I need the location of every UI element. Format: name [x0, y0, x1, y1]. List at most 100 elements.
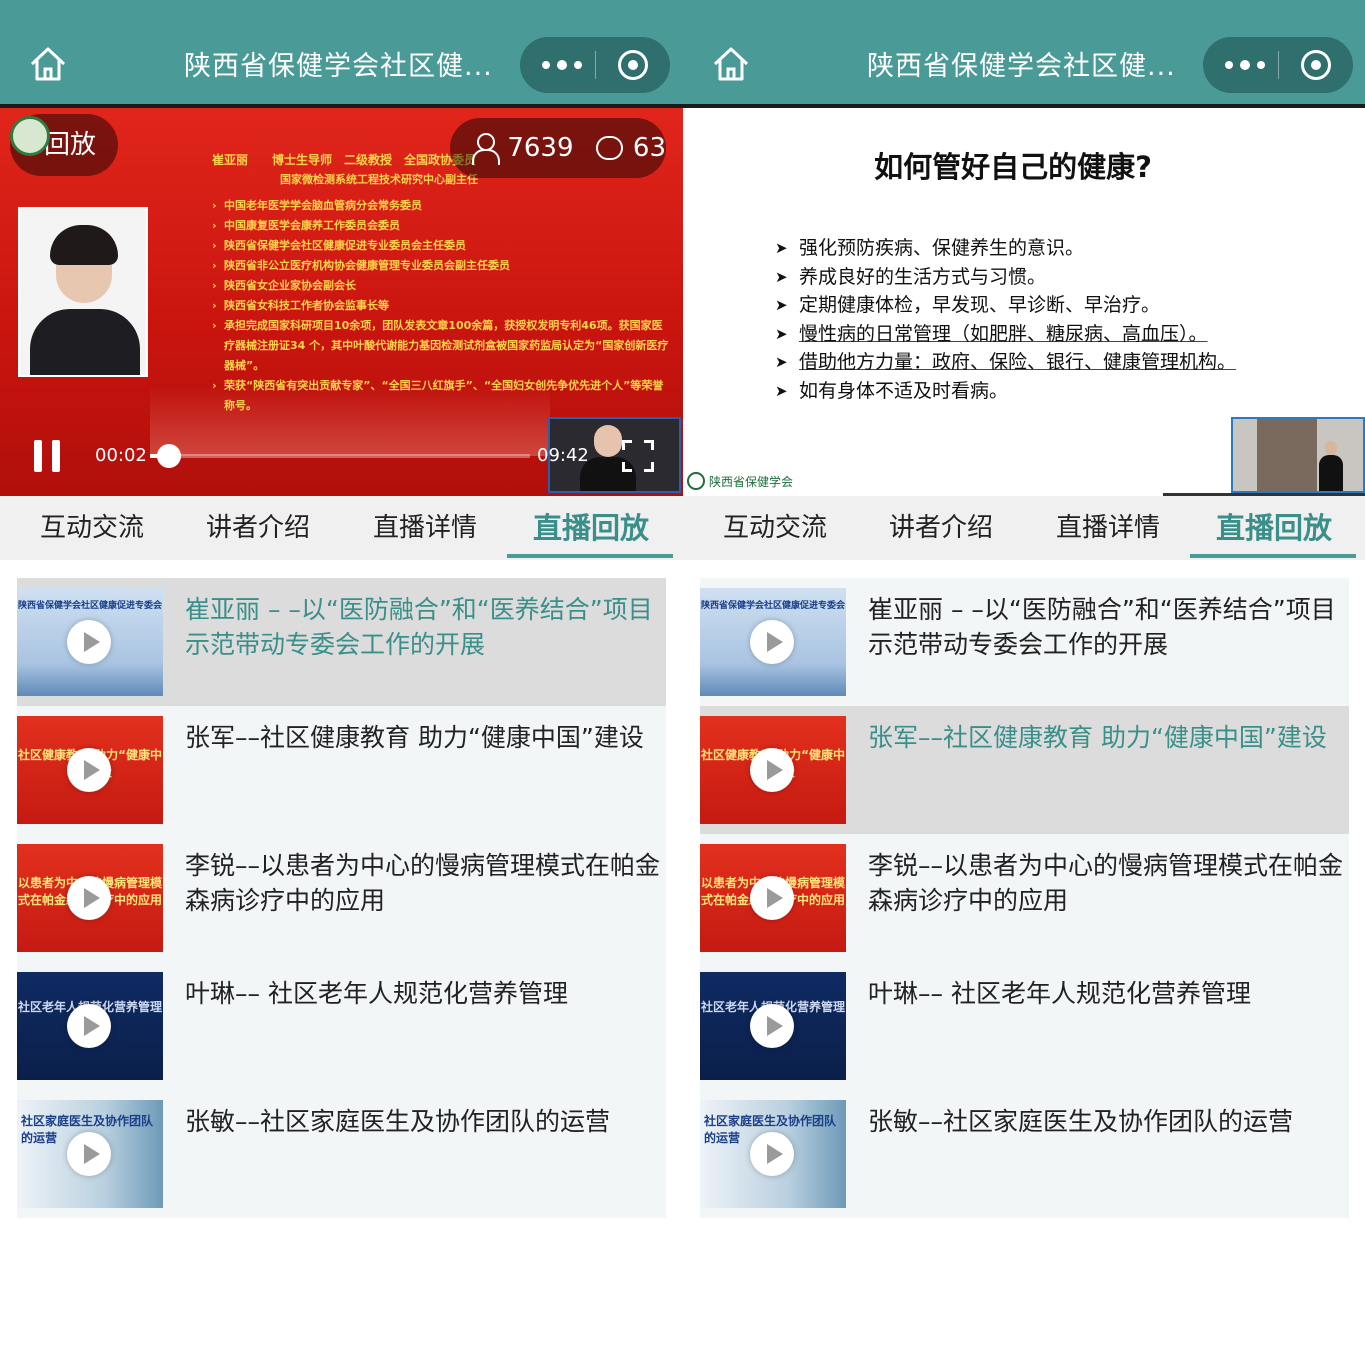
home-icon[interactable]	[711, 44, 751, 84]
video-thumbnail[interactable]: 社区老年人规范化营养管理	[700, 972, 846, 1080]
bio-item: 承担完成国家科研项目10余项，团队发表文章100余篇，获授权发明专利46项。获国…	[212, 316, 672, 376]
speaker-pip-video[interactable]	[1231, 417, 1365, 493]
tab-bar: 互动交流 讲者介绍 直播详情 直播回放	[683, 496, 1365, 560]
list-item-title: 张敏––社区家庭医生及协作团队的运营	[185, 1107, 611, 1136]
video-thumbnail[interactable]: 社区家庭医生及协作团队的运营	[700, 1100, 846, 1208]
list-item[interactable]: 陕西省保健学会社区健康促进专委会 崔亚丽 – –以“医防融合”和“医养结合”项目…	[700, 578, 1349, 706]
current-time: 00:02	[95, 445, 147, 466]
list-item[interactable]: 陕西省保健学会社区健康促进专委会 崔亚丽 – –以“医防融合”和“医养结合”项目…	[17, 578, 666, 706]
fullscreen-icon[interactable]	[622, 440, 654, 472]
play-icon[interactable]	[67, 748, 111, 792]
capsule-menu	[520, 37, 670, 93]
right-panel: 陕西省保健学会社区健... 如何管好自己的健康? 强化预防疾病、保健养生的意识。…	[683, 0, 1365, 1365]
bio-item: 陕西省保健学会社区健康促进专业委员会主任委员	[212, 236, 672, 256]
list-item[interactable]: 社区健康教育 助力“健康中国”建设 张军––社区健康教育 助力“健康中国”建设	[700, 706, 1349, 834]
list-item-title: 叶琳–– 社区老年人规范化营养管理	[185, 979, 568, 1008]
slide-bullet: 如有身体不适及时看病。	[775, 377, 1236, 406]
list-item-title: 叶琳–– 社区老年人规范化营养管理	[868, 979, 1251, 1008]
play-icon[interactable]	[750, 748, 794, 792]
video-player[interactable]: 崔亚丽 博士生导师 二级教授 全国政协委员 国家微检测系统工程技术研究中心副主任…	[0, 104, 683, 496]
speaker-portrait	[18, 207, 148, 377]
bio-item: 陕西省女企业家协会副会长	[212, 276, 672, 296]
list-item[interactable]: 以患者为中心的慢病管理模式在帕金森病诊疗中的应用 李锐––以患者为中心的慢病管理…	[17, 834, 666, 962]
capsule-divider	[1278, 51, 1279, 79]
target-close-icon[interactable]	[618, 50, 648, 80]
list-item[interactable]: 社区家庭医生及协作团队的运营 张敏––社区家庭医生及协作团队的运营	[700, 1090, 1349, 1218]
left-panel: 陕西省保健学会社区健... 崔亚丽 博士生导师 二级教授 全国政协委员 国家微检…	[0, 0, 683, 1365]
home-icon[interactable]	[28, 44, 68, 84]
slide-footer-logo: 陕西省保健学会	[687, 470, 793, 492]
pause-icon[interactable]	[34, 440, 60, 472]
video-thumbnail[interactable]: 社区老年人规范化营养管理	[17, 972, 163, 1080]
video-player-slide[interactable]: 如何管好自己的健康? 强化预防疾病、保健养生的意识。 养成良好的生活方式与习惯。…	[683, 104, 1365, 496]
list-item-title: 崔亚丽 – –以“医防融合”和“医养结合”项目示范带动专委会工作的开展	[868, 595, 1336, 659]
video-thumbnail[interactable]: 社区家庭医生及协作团队的运营	[17, 1100, 163, 1208]
header-bar: 陕西省保健学会社区健...	[683, 0, 1365, 104]
comment-icon	[595, 136, 623, 160]
play-icon[interactable]	[750, 1004, 794, 1048]
speaker-bio: 崔亚丽 博士生导师 二级教授 全国政协委员 国家微检测系统工程技术研究中心副主任…	[212, 150, 672, 416]
viewer-stats: 7639 63	[450, 118, 666, 178]
list-item-title: 李锐––以患者为中心的慢病管理模式在帕金森病诊疗中的应用	[185, 851, 661, 915]
bio-item: 中国康复医学会康养工作委员会委员	[212, 216, 672, 236]
tab-live-details[interactable]: 直播详情	[1056, 496, 1160, 560]
more-dots-icon[interactable]	[542, 48, 582, 82]
tab-interaction[interactable]: 互动交流	[723, 496, 827, 560]
tab-speaker[interactable]: 讲者介绍	[206, 496, 310, 560]
play-icon[interactable]	[67, 876, 111, 920]
play-icon[interactable]	[67, 1004, 111, 1048]
bio-item: 陕西省非公立医疗机构协会健康管理专业委员会副主任委员	[212, 256, 672, 276]
target-close-icon[interactable]	[1301, 50, 1331, 80]
play-icon[interactable]	[750, 620, 794, 664]
society-logo-icon	[687, 472, 705, 490]
tab-replay[interactable]: 直播回放	[1189, 496, 1357, 560]
video-thumbnail[interactable]: 社区健康教育 助力“健康中国”建设	[17, 716, 163, 824]
bio-item: 中国老年医学学会脑血管病分会常务委员	[212, 196, 672, 216]
slide-bullet: 定期健康体检，早发现、早诊断、早治疗。	[775, 291, 1236, 320]
list-item[interactable]: 社区老年人规范化营养管理 叶琳–– 社区老年人规范化营养管理	[17, 962, 666, 1090]
total-time: 09:42	[537, 445, 589, 466]
video-top-border	[683, 104, 1365, 108]
video-thumbnail[interactable]: 陕西省保健学会社区健康促进专委会	[700, 588, 846, 696]
speaker-name: 崔亚丽	[212, 153, 249, 167]
video-thumbnail[interactable]: 以患者为中心的慢病管理模式在帕金森病诊疗中的应用	[700, 844, 846, 952]
slide-title: 如何管好自己的健康?	[874, 150, 1152, 184]
slide-bullet: 慢性病的日常管理（如肥胖、糖尿病、高血压）。	[775, 320, 1236, 349]
slide-bullet: 强化预防疾病、保健养生的意识。	[775, 234, 1236, 263]
viewer-count: 7639	[507, 133, 574, 163]
list-item[interactable]: 社区健康教育 助力“健康中国”建设 张军––社区健康教育 助力“健康中国”建设	[17, 706, 666, 834]
slide-bullet: 借助他方力量：政府、保险、银行、健康管理机构。	[775, 348, 1236, 377]
video-top-border	[0, 104, 683, 108]
speaker-titles: 博士生导师 二级教授 全国政协委员	[272, 153, 477, 167]
play-icon[interactable]	[750, 876, 794, 920]
bio-item: 陕西省女科技工作者协会监事长等	[212, 296, 672, 316]
progress-knob[interactable]	[157, 444, 181, 468]
tab-replay[interactable]: 直播回放	[506, 496, 674, 560]
tab-speaker[interactable]: 讲者介绍	[889, 496, 993, 560]
list-item-title: 张敏––社区家庭医生及协作团队的运营	[868, 1107, 1294, 1136]
play-icon[interactable]	[67, 620, 111, 664]
tab-live-details[interactable]: 直播详情	[373, 496, 477, 560]
list-item-title: 张军––社区健康教育 助力“健康中国”建设	[185, 723, 644, 752]
video-thumbnail[interactable]: 陕西省保健学会社区健康促进专委会	[17, 588, 163, 696]
play-icon[interactable]	[67, 1132, 111, 1176]
bio-item: 荣获“陕西省有突出贡献专家”、“全国三八红旗手”、“全国妇女创先争优先进个人”等…	[212, 376, 672, 416]
list-item[interactable]: 社区家庭医生及协作团队的运营 张敏––社区家庭医生及协作团队的运营	[17, 1090, 666, 1218]
society-logo-icon	[10, 116, 50, 156]
more-dots-icon[interactable]	[1225, 48, 1265, 82]
slide-footer-logo-text: 陕西省保健学会	[709, 474, 794, 489]
play-icon[interactable]	[750, 1132, 794, 1176]
list-item[interactable]: 社区老年人规范化营养管理 叶琳–– 社区老年人规范化营养管理	[700, 962, 1349, 1090]
progress-bar[interactable]	[150, 444, 530, 468]
video-thumbnail[interactable]: 社区健康教育 助力“健康中国”建设	[700, 716, 846, 824]
tab-bar: 互动交流 讲者介绍 直播详情 直播回放	[0, 496, 683, 560]
replay-list: 陕西省保健学会社区健康促进专委会 崔亚丽 – –以“医防融合”和“医养结合”项目…	[17, 578, 666, 1218]
tab-interaction[interactable]: 互动交流	[40, 496, 144, 560]
page-title: 陕西省保健学会社区健...	[184, 51, 493, 82]
replay-list: 陕西省保健学会社区健康促进专委会 崔亚丽 – –以“医防融合”和“医养结合”项目…	[700, 578, 1349, 1218]
list-item[interactable]: 以患者为中心的慢病管理模式在帕金森病诊疗中的应用 李锐––以患者为中心的慢病管理…	[700, 834, 1349, 962]
thumbnail-caption: 陕西省保健学会社区健康促进专委会	[17, 601, 162, 611]
video-thumbnail[interactable]: 以患者为中心的慢病管理模式在帕金森病诊疗中的应用	[17, 844, 163, 952]
replay-badge: 回放	[10, 114, 119, 176]
list-item-title: 李锐––以患者为中心的慢病管理模式在帕金森病诊疗中的应用	[868, 851, 1344, 915]
